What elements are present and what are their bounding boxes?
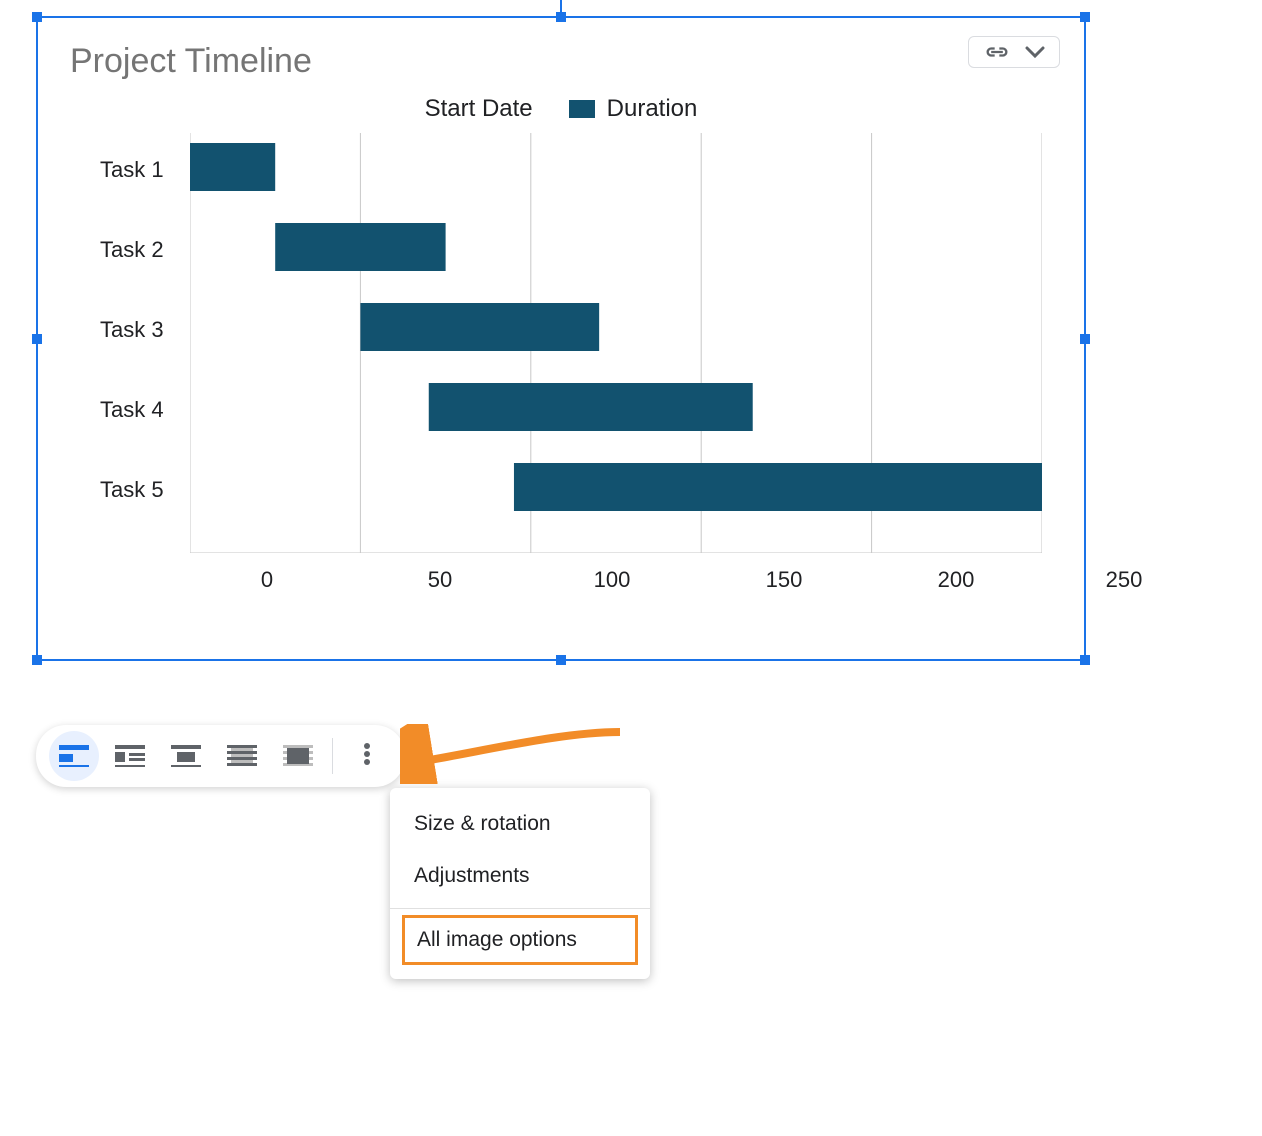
linked-chart-options[interactable] — [968, 36, 1060, 68]
y-tick: Task 3 — [100, 317, 164, 343]
in-front-text-button[interactable] — [273, 731, 323, 781]
wrap-text-button[interactable] — [105, 731, 155, 781]
toolbar-divider — [332, 738, 333, 774]
menu-size-rotation[interactable]: Size & rotation — [390, 798, 650, 850]
image-options-menu: Size & rotation Adjustments All image op… — [390, 788, 650, 979]
image-toolbar — [36, 725, 405, 787]
legend-duration: Duration — [569, 95, 698, 123]
behind-text-button[interactable] — [217, 731, 267, 781]
link-icon — [983, 43, 1011, 61]
more-options-button[interactable] — [342, 731, 392, 781]
x-tick: 200 — [936, 567, 976, 593]
chart-plot: Task 1 Task 2 Task 3 Task 4 Task 5 — [70, 133, 1052, 593]
x-tick: 150 — [764, 567, 804, 593]
y-tick: Task 4 — [100, 397, 164, 423]
x-tick: 50 — [420, 567, 460, 593]
x-tick: 100 — [592, 567, 632, 593]
chevron-down-icon — [1025, 45, 1045, 59]
menu-all-image-options[interactable]: All image options — [402, 915, 638, 965]
wrap-inline-button[interactable] — [49, 731, 99, 781]
legend-start: Start Date — [425, 95, 533, 123]
chart-legend: Start Date Duration — [70, 95, 1052, 123]
more-vert-icon — [363, 742, 371, 771]
y-tick: Task 1 — [100, 157, 164, 183]
y-tick: Task 5 — [100, 477, 164, 503]
chart-title: Project Timeline — [70, 42, 1052, 81]
x-tick: 0 — [247, 567, 287, 593]
menu-divider — [390, 908, 650, 909]
x-tick: 250 — [1104, 567, 1144, 593]
break-text-button[interactable] — [161, 731, 211, 781]
annotation-arrow — [400, 724, 630, 784]
chart-selection-frame[interactable]: Project Timeline Start Date Duration Tas… — [36, 16, 1086, 661]
y-tick: Task 2 — [100, 237, 164, 263]
chart-body: Project Timeline Start Date Duration Tas… — [38, 18, 1084, 659]
menu-adjustments[interactable]: Adjustments — [390, 850, 650, 902]
